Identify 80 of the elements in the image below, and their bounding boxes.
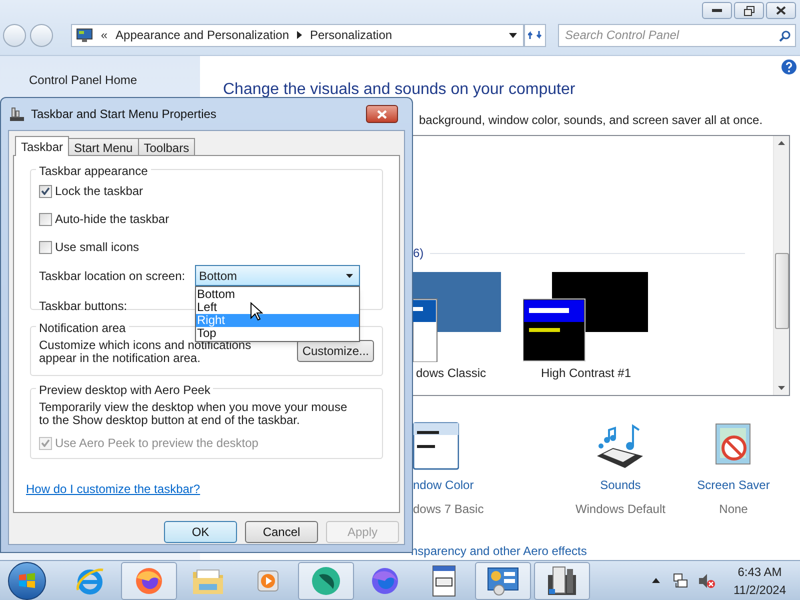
start-button[interactable] [8, 562, 46, 600]
dropdown-arrow-icon [346, 274, 353, 278]
scroll-down-icon [778, 386, 785, 390]
minimize-button[interactable] [702, 2, 732, 19]
breadcrumb-overflow[interactable]: « [100, 26, 108, 44]
clock-date: 11/2/2024 [734, 582, 786, 598]
scroll-up-icon [778, 141, 785, 145]
dropdown[interactable]: Bottom [195, 265, 360, 286]
restore-button[interactable] [734, 2, 764, 19]
window-icon [413, 422, 459, 470]
close-button[interactable] [366, 105, 398, 123]
description-text: Temporarily view the desktop when you move your mouse to the Show desktop button at end of the taskbar. [39, 401, 348, 427]
fox-globe-icon [370, 566, 400, 596]
help-icon [781, 59, 797, 75]
cursor-icon [250, 302, 263, 321]
dropdown-arrow-icon [509, 32, 518, 38]
taskbar-settings-icon [9, 106, 25, 122]
setting-link[interactable]: Sounds [600, 476, 641, 494]
setting-value: None [719, 501, 748, 518]
check-icon [41, 439, 50, 447]
taskbar-button[interactable] [298, 562, 354, 600]
breadcrumb-item[interactable]: Appearance and Personalization [116, 26, 289, 44]
clock-time: 6:43 AM [738, 564, 782, 580]
theme-name[interactable]: dows Classic [416, 364, 486, 382]
checkbox[interactable]: Auto-hide the taskbar [39, 210, 170, 228]
taskbar-button[interactable] [534, 562, 590, 600]
refresh-icon [528, 29, 542, 41]
fox-globe-icon [134, 566, 164, 596]
tab[interactable]: Start Menu [68, 138, 139, 155]
dialog-button[interactable]: Cancel [245, 521, 318, 543]
dropdown-option[interactable]: Top [196, 327, 359, 340]
windows-logo-icon [18, 572, 36, 590]
breadcrumb-item[interactable]: Personalization [310, 26, 392, 44]
computer-tower-icon [545, 564, 579, 596]
address-bar[interactable]: « Appearance and Personalization Personalization [70, 24, 524, 46]
dropdown-option[interactable]: Bottom [196, 288, 359, 301]
setting-link[interactable]: ndow Color [413, 476, 474, 494]
minimize-icon [712, 8, 722, 12]
setting-value: dows 7 Basic [413, 501, 484, 518]
app-circle-icon [310, 564, 342, 596]
dialog-button[interactable]: OK [164, 521, 237, 543]
muted-speaker-icon [698, 572, 716, 588]
aero-effects-link[interactable]: nsparency and other Aero effects [411, 542, 800, 560]
network-icon [672, 572, 688, 588]
sidebar-link[interactable]: Control Panel Home [29, 73, 138, 87]
description-text: Customize which icons and notifications appear in the notification area. [39, 339, 252, 365]
close-icon [776, 6, 786, 15]
close-icon [377, 110, 387, 118]
close-button[interactable] [766, 2, 796, 19]
document-icon [431, 564, 457, 596]
setting-link[interactable]: Screen Saver [697, 476, 770, 494]
page-description: background, window color, sounds, and screen saver all at once. [419, 112, 764, 129]
checkbox[interactable]: Use small icons [39, 238, 140, 256]
field-label: Taskbar location on screen: [39, 268, 186, 284]
chevron-icon [297, 31, 302, 39]
checkbox[interactable]: Lock the taskbar [39, 182, 144, 200]
search-field[interactable]: Search Control Panel [558, 24, 796, 46]
customize-button[interactable]: Customize... [297, 340, 374, 362]
setting-value: Windows Default [575, 501, 666, 518]
help-link[interactable]: How do I customize the taskbar? [26, 480, 200, 498]
refresh-button[interactable] [524, 24, 546, 46]
globe-e-icon [75, 566, 105, 596]
page-heading: Change the visuals and sounds on your computer [223, 80, 576, 100]
dropdown-option[interactable]: Left [196, 301, 359, 314]
restore-icon [744, 6, 754, 16]
scrollbar-thumb[interactable] [774, 253, 788, 329]
clock[interactable]: 6:43 AM 11/2/2024 [734, 562, 786, 598]
group-header: 6) [413, 245, 424, 262]
monitor-icon [76, 28, 93, 42]
caret-icon [652, 578, 660, 583]
check-icon [41, 187, 50, 195]
taskbar-button[interactable] [475, 562, 531, 600]
field-label: Taskbar buttons: [39, 298, 128, 315]
scrollbar[interactable] [773, 136, 789, 395]
tab[interactable]: Taskbar [15, 136, 70, 156]
theme-name[interactable]: High Contrast #1 [540, 364, 632, 382]
dialog-title: Taskbar and Start Menu Properties [31, 106, 218, 123]
panel-icon [486, 566, 520, 596]
search-icon [779, 30, 792, 42]
tab[interactable]: Toolbars [138, 138, 196, 155]
